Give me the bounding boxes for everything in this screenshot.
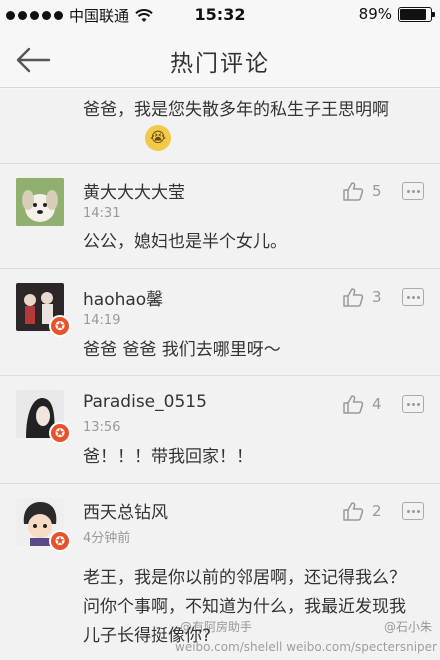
thumbs-up-icon bbox=[343, 182, 364, 201]
comment-text: 爸！！！带我回家！！ bbox=[83, 447, 253, 467]
like-count: 5 bbox=[372, 182, 382, 200]
battery-icon bbox=[398, 6, 435, 22]
comment-text: 老王，我是你以前的邻居啊，还记得我么？问你个事啊，不知道为什么，我最近发现我儿子… bbox=[83, 568, 406, 646]
comment-item-partial: ✪ 爸爸，我是您失散多年的私生子王思明啊 😭 bbox=[0, 89, 440, 164]
comment-time: 13:56 bbox=[83, 420, 121, 435]
username[interactable]: 西天总钻风 bbox=[83, 498, 168, 523]
comment-time: 4分钟前 bbox=[83, 531, 131, 546]
thumbs-up-icon bbox=[343, 288, 364, 307]
comment-item: ✪ Paradise_0515 13:56 爸！！！带我回家！！ 4 bbox=[0, 376, 440, 484]
verified-badge-icon: ✪ bbox=[49, 530, 71, 552]
verified-badge-icon: ✪ bbox=[49, 315, 71, 337]
crying-emoji-icon: 😭 bbox=[145, 125, 171, 151]
like-count: 2 bbox=[372, 502, 382, 520]
username[interactable]: 黄大大大大莹 bbox=[83, 178, 185, 203]
thumbs-up-icon bbox=[343, 395, 364, 414]
username[interactable]: Paradise_0515 bbox=[83, 392, 207, 412]
like-button[interactable]: 5 bbox=[342, 181, 382, 201]
like-count: 3 bbox=[372, 288, 382, 306]
comment-time: 14:19 bbox=[83, 313, 121, 328]
watermark-right: @石小朱 bbox=[384, 620, 433, 634]
like-button[interactable]: 3 bbox=[342, 287, 382, 307]
battery-percent: 89% bbox=[358, 5, 392, 23]
like-button[interactable]: 4 bbox=[342, 394, 382, 414]
status-bar: 中国联通 15:32 89% bbox=[0, 0, 440, 30]
battery-status: 89% bbox=[358, 5, 435, 23]
page-title: 热门评论 bbox=[170, 51, 270, 77]
more-options-button[interactable] bbox=[402, 288, 424, 306]
comment-text: 爸爸 爸爸 我们去哪里呀～ bbox=[83, 340, 281, 360]
more-options-button[interactable] bbox=[402, 182, 424, 200]
navigation-bar: 热门评论 bbox=[0, 30, 440, 88]
thumbs-up-icon bbox=[343, 502, 364, 521]
puppy-avatar-icon bbox=[16, 178, 64, 226]
more-options-button[interactable] bbox=[402, 502, 424, 520]
comment-list[interactable]: ✪ 爸爸，我是您失散多年的私生子王思明啊 😭 黄大大大大莹 14:31 公公，媳… bbox=[0, 89, 440, 660]
avatar[interactable] bbox=[16, 178, 64, 226]
verified-badge-icon: ✪ bbox=[49, 422, 71, 444]
comment-item: 黄大大大大莹 14:31 公公，媳妇也是半个女儿。 5 bbox=[0, 164, 440, 269]
comment-text: 爸爸，我是您失散多年的私生子王思明啊 bbox=[83, 100, 389, 120]
like-count: 4 bbox=[372, 395, 382, 413]
watermark-url: weibo.com/shelell weibo.com/spectersnipe… bbox=[175, 640, 437, 654]
comment-time: 14:31 bbox=[83, 206, 121, 221]
like-button[interactable]: 2 bbox=[342, 501, 382, 521]
username[interactable]: haohao馨 bbox=[83, 285, 163, 310]
comment-text: 公公，媳妇也是半个女儿。 bbox=[83, 232, 287, 252]
more-options-button[interactable] bbox=[402, 395, 424, 413]
watermark-left: @有阿房助手 bbox=[180, 620, 253, 634]
comment-item: ✪ haohao馨 14:19 爸爸 爸爸 我们去哪里呀～ 3 bbox=[0, 269, 440, 376]
